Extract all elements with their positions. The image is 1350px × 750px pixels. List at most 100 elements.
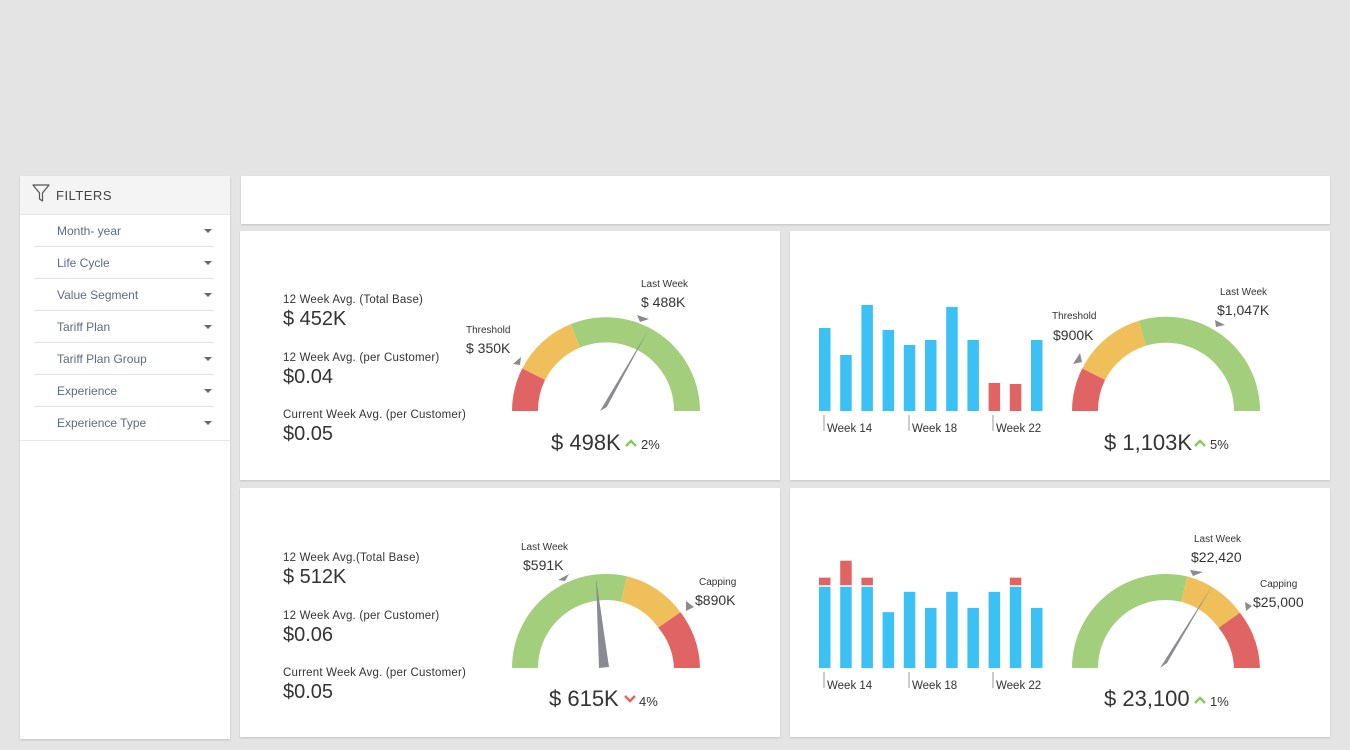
bar: [882, 612, 895, 668]
bar: [967, 607, 979, 668]
marker-arrow: [1190, 570, 1203, 576]
x-tick-label: Week 14: [827, 680, 873, 692]
caret-down-icon: [204, 388, 212, 393]
bar: [882, 330, 895, 411]
marker-arrow: [637, 315, 649, 322]
bar-overflow: [840, 560, 852, 586]
bar-overflow: [1009, 577, 1022, 586]
last-week-value: $1,047K: [1217, 302, 1270, 318]
revenue-trend-card: Week 14 Week 18 Week 22 Threshold $900K …: [790, 231, 1330, 480]
bar-chart: [819, 305, 1043, 411]
bar: [1031, 607, 1043, 668]
marker-arrow: [1215, 320, 1225, 327]
filter-label: Life Cycle: [57, 255, 110, 270]
change-percent: 1%: [1210, 694, 1229, 709]
filter-icon: [32, 183, 50, 208]
gauge-segment-green: [570, 317, 700, 411]
filters-title: FILTERS: [56, 187, 112, 203]
filter-list: Month- year Life Cycle Value Segment Tar…: [20, 215, 230, 441]
caret-down-icon: [204, 324, 212, 329]
filter-label: Tariff Plan: [57, 319, 111, 334]
bar: [988, 383, 1001, 411]
top-header-bar: [241, 176, 1330, 224]
last-week-value: $22,420: [1191, 549, 1242, 565]
revenue-card: 12 Week Avg. (Total Base) $ 452K 12 Week…: [240, 231, 780, 480]
bar: [903, 591, 916, 668]
gauge-value: $ 498K: [551, 430, 621, 455]
filter-label: Value Segment: [57, 287, 139, 302]
gauge-value: $ 23,100: [1104, 686, 1190, 711]
filters-header[interactable]: FILTERS: [20, 176, 230, 215]
chart-area: Week 14 Week 18 Week 22 Last Week $22,42…: [819, 534, 1304, 711]
revenue-capping-card: 12 Week Avg.(Total Base) $ 512K 12 Week …: [240, 488, 780, 737]
filter-label: Month- year: [57, 223, 122, 238]
gauge-segment-yellow: [522, 324, 580, 380]
filter-value-segment[interactable]: Value Segment: [34, 279, 214, 311]
filters-sidebar: FILTERS Month- year Life Cycle Value Seg…: [20, 176, 230, 739]
x-tick-label: Week 22: [996, 423, 1041, 435]
last-week-title: Last Week: [641, 279, 689, 290]
filter-experience[interactable]: Experience: [34, 375, 214, 407]
bar: [819, 328, 831, 411]
bar: [1009, 384, 1022, 411]
bar: [967, 340, 979, 411]
x-tick-label: Week 18: [912, 423, 957, 435]
bar: [925, 340, 937, 411]
trend-up-icon: [1194, 696, 1206, 704]
last-week-title: Last Week: [521, 542, 569, 553]
threshold-title: Threshold: [466, 325, 510, 336]
chart-area: Week 14 Week 18 Week 22 Threshold $900K …: [819, 287, 1270, 455]
marker-arrow: [1245, 602, 1252, 611]
filter-tariff-plan[interactable]: Tariff Plan: [34, 311, 214, 343]
gauge-segment-green: [512, 573, 627, 668]
marker-arrow: [558, 574, 569, 581]
gauge-value: $ 615K: [549, 686, 619, 711]
trend-up-icon: [1194, 439, 1206, 447]
gauge-chart: Threshold $ 350K Last Week $ 488K $ 498K…: [466, 279, 700, 455]
caret-down-icon: [204, 292, 212, 297]
bar: [840, 355, 852, 411]
bar-overflow: [819, 577, 831, 586]
last-week-value: $ 488K: [641, 294, 686, 310]
gauge-value: $ 1,103K: [1104, 430, 1192, 455]
change-percent: 4%: [639, 694, 658, 709]
bar-chart: [819, 560, 1043, 668]
last-week-title: Last Week: [1220, 287, 1268, 298]
gauge-chart: Last Week $591K Capping $890K $ 615K 4%: [512, 542, 736, 711]
bar: [1009, 586, 1022, 668]
bar: [861, 586, 873, 668]
filter-tariff-plan-group[interactable]: Tariff Plan Group: [34, 343, 214, 375]
trend-up-icon: [625, 439, 637, 447]
bar: [819, 586, 831, 668]
filter-label: Experience: [57, 383, 118, 398]
gauge-needle: [1160, 350, 1226, 411]
usage-trend-card: Week 14 Week 18 Week 22 Last Week $22,42…: [790, 488, 1330, 737]
marker-arrow: [1073, 353, 1082, 364]
filter-experience-type[interactable]: Experience Type: [34, 407, 214, 438]
capping-title: Capping: [1260, 579, 1297, 590]
marker-arrow: [513, 357, 521, 365]
caret-down-icon: [204, 260, 212, 265]
bar: [925, 607, 937, 668]
x-tick-label: Week 18: [912, 680, 957, 692]
bar: [861, 305, 873, 411]
caret-down-icon: [204, 420, 212, 425]
capping-value: $25,000: [1253, 594, 1304, 610]
bar-overflow: [861, 577, 873, 586]
threshold-value: $ 350K: [466, 340, 511, 356]
capping-value: $890K: [695, 592, 736, 608]
bar: [903, 345, 916, 411]
bar: [840, 586, 852, 668]
filter-month-year[interactable]: Month- year: [34, 215, 214, 247]
caret-down-icon: [204, 356, 212, 361]
filter-life-cycle[interactable]: Life Cycle: [34, 247, 214, 279]
last-week-value: $591K: [523, 557, 564, 573]
filter-label: Experience Type: [57, 415, 147, 430]
threshold-title: Threshold: [1052, 311, 1096, 322]
bar: [1031, 340, 1043, 411]
x-tick-label: Week 14: [827, 423, 873, 435]
last-week-title: Last Week: [1194, 534, 1242, 545]
marker-arrow: [686, 601, 694, 611]
change-percent: 5%: [1210, 437, 1229, 452]
x-tick-label: Week 22: [996, 680, 1041, 692]
